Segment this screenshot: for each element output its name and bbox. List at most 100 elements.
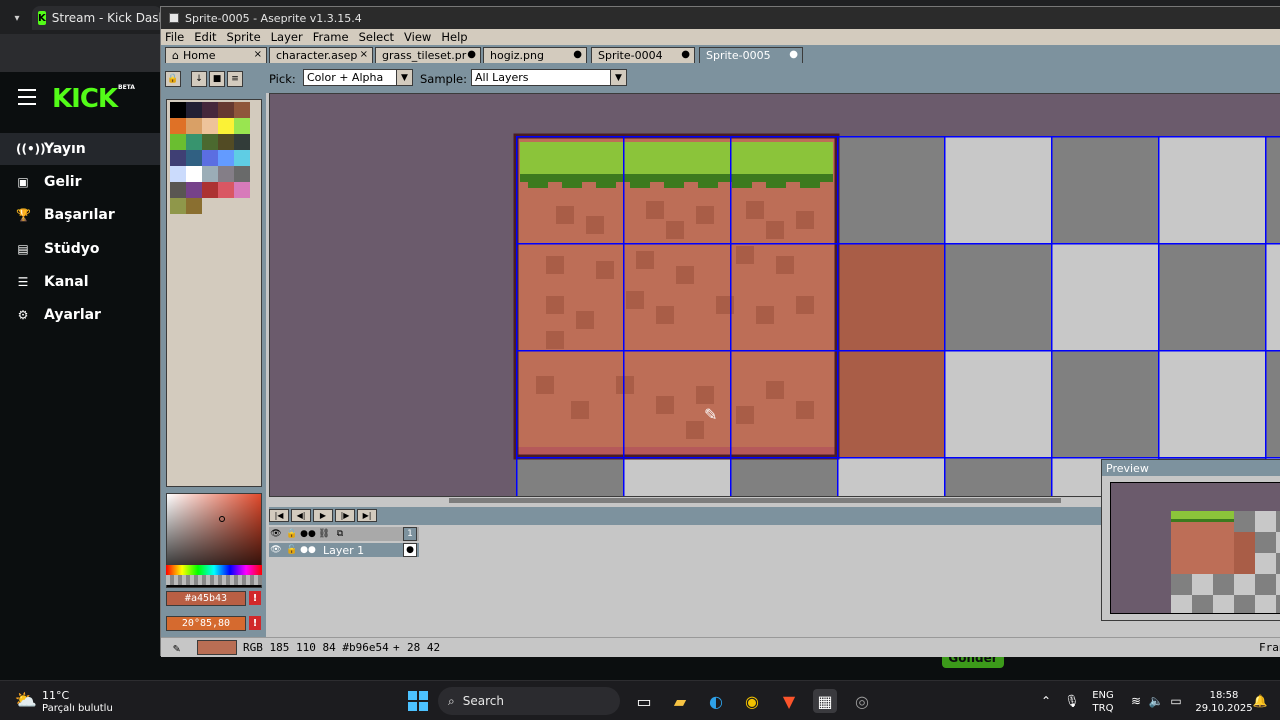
palette-swatch[interactable] (170, 198, 186, 214)
brave-icon[interactable]: ▼ (777, 689, 801, 713)
next-frame-icon[interactable]: |▶ (335, 509, 355, 522)
menu-frame[interactable]: Frame (313, 30, 349, 44)
palette-swatch[interactable] (186, 198, 202, 214)
palette-swatch[interactable] (202, 182, 218, 198)
menu-edit[interactable]: Edit (194, 30, 216, 44)
aseprite-title-bar[interactable]: Sprite-0005 - Aseprite v1.3.15.4 (161, 7, 1280, 29)
kick-logo[interactable]: KICK (52, 84, 118, 114)
tab-hogiz[interactable]: hogiz.png ● (483, 47, 587, 63)
warning-icon[interactable]: ! (249, 591, 261, 605)
preview-area[interactable] (1110, 482, 1280, 614)
tray-overflow-icon[interactable]: ⌃ (1034, 689, 1058, 713)
sidebar-item-kanal[interactable]: ☰ Kanal (0, 266, 160, 298)
modified-dot-icon[interactable]: ● (789, 49, 798, 60)
frame-header[interactable]: 1 (403, 527, 417, 541)
sidebar-item-gelir[interactable]: ▣ Gelir (0, 166, 160, 198)
palette-swatch[interactable] (170, 118, 186, 134)
palette-swatch[interactable] (170, 134, 186, 150)
tab-character[interactable]: character.asep × (269, 47, 373, 63)
sprite-canvas[interactable]: ✎ (269, 93, 1280, 497)
aseprite-taskbar-icon[interactable]: ▦ (813, 689, 837, 713)
clock-date[interactable]: 29.10.2025 (1194, 702, 1254, 715)
palette-swatch[interactable] (218, 102, 234, 118)
pick-select[interactable]: Color + Alpha ▼ (303, 69, 413, 86)
palette-swatch[interactable] (202, 166, 218, 182)
palette-swatch[interactable] (170, 102, 186, 118)
palette-swatch[interactable] (234, 118, 250, 134)
tab-grass-tileset[interactable]: grass_tileset.pr ● (375, 47, 481, 63)
alpha-slider[interactable] (166, 575, 262, 585)
palette-swatch[interactable] (202, 102, 218, 118)
tab-sprite-0004[interactable]: Sprite-0004 ● (591, 47, 695, 63)
lang-top[interactable]: ENG (1088, 689, 1118, 702)
palette-swatch[interactable] (234, 134, 250, 150)
continuous-icon[interactable]: ●● (300, 543, 316, 557)
tab-home[interactable]: ⌂ Home × (165, 47, 267, 63)
onion-skin-icon[interactable]: ●● (300, 527, 316, 541)
warning-icon[interactable]: ! (249, 616, 261, 630)
palette-swatch[interactable] (218, 134, 234, 150)
browser-tab-kick-dashboard[interactable]: K Stream - Kick Dashboa (32, 6, 162, 30)
modified-dot-icon[interactable]: ● (573, 49, 582, 60)
sample-select[interactable]: All Layers ▼ (471, 69, 627, 86)
weather-temp[interactable]: 11°C (42, 689, 69, 702)
palette-swatch[interactable] (234, 182, 250, 198)
sidebar-item-basarilar[interactable]: 🏆 Başarılar (0, 199, 160, 231)
palette-swatch[interactable] (218, 150, 234, 166)
lock-icon[interactable]: 🔒 (165, 71, 181, 87)
visibility-eye-icon[interactable]: 👁 (269, 543, 283, 557)
battery-icon[interactable]: ▭ (1164, 689, 1188, 713)
modified-dot-icon[interactable]: ● (467, 49, 476, 60)
microphone-icon[interactable]: 🎙 (1060, 689, 1084, 713)
layer-row[interactable]: 👁 🔓 ●● Layer 1 ● (269, 543, 419, 557)
tab-search-dropdown-icon[interactable]: ▾ (6, 6, 28, 30)
preview-title[interactable]: Preview (1102, 460, 1280, 476)
lock-icon[interactable]: 🔓 (285, 543, 299, 557)
scrollbar-thumb[interactable] (449, 498, 1061, 503)
menu-file[interactable]: File (165, 30, 184, 44)
hue-slider[interactable] (166, 565, 262, 575)
picker-cursor[interactable] (219, 516, 225, 522)
file-explorer-icon[interactable]: ▰ (668, 689, 692, 713)
menu-layer[interactable]: Layer (271, 30, 303, 44)
palette-swatch[interactable] (170, 166, 186, 182)
clock-time[interactable]: 18:58 (1194, 689, 1254, 702)
sidebar-item-studyo[interactable]: ▤ Stüdyo (0, 233, 160, 265)
sidebar-item-ayarlar[interactable]: ⚙ Ayarlar (0, 299, 160, 331)
hamburger-menu-icon[interactable] (18, 89, 36, 105)
first-frame-icon[interactable]: |◀ (269, 509, 289, 522)
tab-sprite-0005[interactable]: Sprite-0005 ● (699, 47, 803, 63)
play-icon[interactable]: ▶ (313, 509, 333, 522)
palette-swatch[interactable] (186, 150, 202, 166)
square-icon[interactable]: ■ (209, 71, 225, 87)
modified-dot-icon[interactable]: ● (681, 49, 690, 60)
prev-frame-icon[interactable]: ◀| (291, 509, 311, 522)
palette-swatch[interactable] (186, 118, 202, 134)
notification-bell-icon[interactable]: 🔔 (1248, 689, 1272, 713)
canvas-drawing[interactable]: ✎ (270, 94, 1280, 497)
weather-icon[interactable]: ⛅ (14, 688, 38, 712)
palette-swatch[interactable] (202, 134, 218, 150)
palette-swatch[interactable] (218, 166, 234, 182)
taskbar-search[interactable]: ⌕ Search (438, 687, 620, 715)
palette-swatch[interactable] (186, 102, 202, 118)
palette-swatch[interactable] (234, 102, 250, 118)
link-cels-icon[interactable]: ⛓ (317, 527, 331, 541)
edge-icon[interactable]: ◐ (704, 689, 728, 713)
layer-group-icon[interactable]: ⧉ (333, 527, 347, 541)
palette-swatch[interactable] (202, 150, 218, 166)
lock-icon[interactable]: 🔒 (285, 527, 299, 541)
sidebar-item-yayin[interactable]: ((•)) Yayın (0, 133, 160, 165)
palette-swatch[interactable] (218, 182, 234, 198)
layer-name[interactable]: Layer 1 (319, 543, 401, 557)
menu-help[interactable]: Help (441, 30, 467, 44)
obs-icon[interactable]: ◎ (850, 689, 874, 713)
task-view-icon[interactable]: ▭ (632, 689, 656, 713)
last-frame-icon[interactable]: ▶| (357, 509, 377, 522)
arrow-down-icon[interactable]: ↓ (191, 71, 207, 87)
menu-view[interactable]: View (404, 30, 431, 44)
current-color-swatch[interactable] (197, 640, 237, 655)
windows-start-icon[interactable] (406, 689, 430, 713)
palette-swatch[interactable] (186, 134, 202, 150)
menu-select[interactable]: Select (359, 30, 394, 44)
